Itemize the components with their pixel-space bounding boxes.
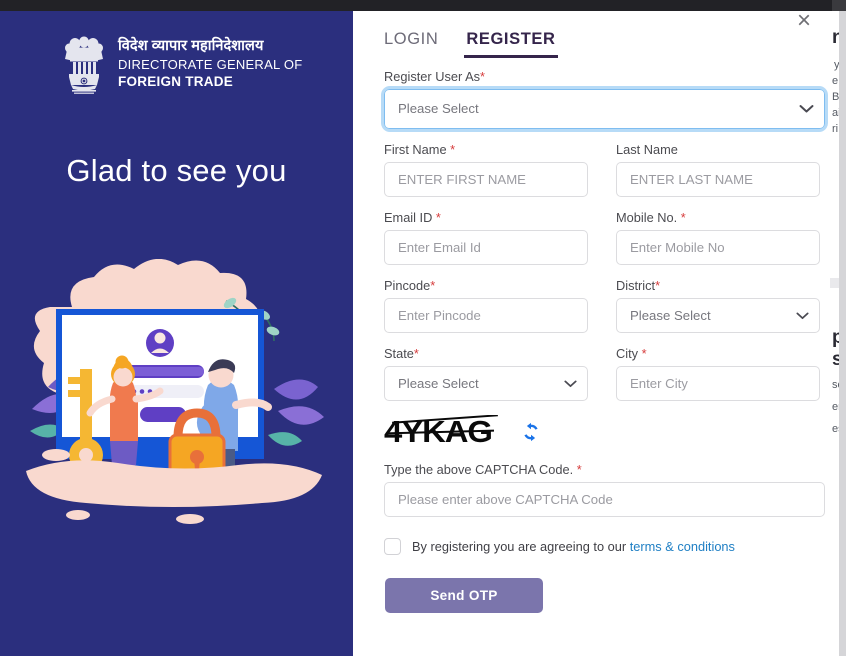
- select-state-value: Please Select: [384, 366, 588, 401]
- browser-chrome-right: [832, 0, 846, 11]
- label-district: District*: [616, 278, 661, 293]
- field-pincode: Pincode*: [384, 278, 588, 333]
- last-name-input[interactable]: [616, 162, 820, 197]
- browser-chrome-bar: [0, 0, 846, 11]
- field-district: District* Please Select: [616, 278, 820, 333]
- label-captcha-code: Type the above CAPTCHA Code. *: [384, 462, 582, 477]
- required-marker: *: [430, 278, 436, 293]
- row-pincode-district: Pincode* District* Please Select: [384, 278, 825, 333]
- hero-title: Glad to see you: [66, 153, 287, 188]
- select-district-value: Please Select: [616, 298, 820, 333]
- label-last-name: Last Name: [616, 142, 678, 157]
- auth-tabs: LOGIN REGISTER: [384, 30, 558, 58]
- brand-block: विदेश व्यापार महानिदेशालय DIRECTORATE GE…: [62, 33, 302, 95]
- refresh-icon: [524, 422, 538, 442]
- brand-line-1: DIRECTORATE GENERAL OF: [118, 57, 303, 73]
- field-first-name: First Name *: [384, 142, 588, 197]
- terms-row: By registering you are agreeing to our t…: [384, 538, 825, 555]
- field-captcha-code: Type the above CAPTCHA Code. *: [384, 462, 825, 517]
- field-register-user-as: Register User As* Please Select: [381, 69, 828, 132]
- bg-fragment: ri: [832, 123, 839, 135]
- label-pincode: Pincode*: [384, 278, 436, 293]
- required-marker: *: [450, 142, 456, 157]
- field-email-id: Email ID *: [384, 210, 588, 265]
- select-register-user-as-value: Please Select: [384, 89, 825, 129]
- brand-line-2: FOREIGN TRADE: [118, 73, 234, 89]
- terms-and-conditions-link[interactable]: terms & conditions: [630, 539, 735, 554]
- required-marker: *: [413, 346, 419, 361]
- label-mobile-no: Mobile No. *: [616, 210, 686, 225]
- required-marker: *: [641, 346, 647, 361]
- hero-panel: विदेश व्यापार महानिदेशालय DIRECTORATE GE…: [0, 11, 353, 656]
- required-marker: *: [655, 278, 661, 293]
- row-name: First Name * Last Name: [384, 142, 825, 197]
- india-national-emblem-icon: [65, 36, 103, 94]
- tab-login[interactable]: LOGIN: [384, 30, 438, 58]
- register-modal: × LOGIN REGISTER Register User As* Pleas…: [353, 11, 830, 656]
- select-state[interactable]: Please Select: [384, 366, 588, 401]
- captcha-code-input[interactable]: [384, 482, 825, 517]
- send-otp-button[interactable]: Send OTP: [385, 578, 543, 613]
- terms-text: By registering you are agreeing to our: [412, 539, 627, 554]
- field-city: City *: [616, 346, 820, 401]
- login-security-illustration: [26, 259, 324, 524]
- field-state: State* Please Select: [384, 346, 588, 401]
- required-marker: *: [576, 462, 582, 477]
- refresh-captcha-button[interactable]: [520, 421, 542, 443]
- mobile-no-input[interactable]: [616, 230, 820, 265]
- label-first-name: First Name *: [384, 142, 456, 157]
- label-city: City *: [616, 346, 647, 361]
- field-last-name: Last Name: [616, 142, 820, 197]
- close-icon[interactable]: ×: [791, 11, 817, 34]
- terms-label: By registering you are agreeing to our t…: [412, 539, 735, 554]
- label-email-id: Email ID *: [384, 210, 441, 225]
- row-contact: Email ID * Mobile No. *: [384, 210, 825, 265]
- captcha-row: 4YKAG: [384, 414, 825, 450]
- row-state-city: State* Please Select City *: [384, 346, 825, 401]
- required-marker: *: [435, 210, 441, 225]
- field-mobile-no: Mobile No. *: [616, 210, 820, 265]
- terms-checkbox[interactable]: [384, 538, 401, 555]
- page-root: n y e, Br ai ri p sp se en es: [0, 0, 846, 656]
- brand-hindi: विदेश व्यापार महानिदेशालय: [118, 38, 264, 55]
- tab-register[interactable]: REGISTER: [464, 30, 558, 58]
- label-state: State*: [384, 346, 419, 361]
- first-name-input[interactable]: [384, 162, 588, 197]
- page-scrollbar[interactable]: [839, 11, 846, 656]
- required-marker: *: [480, 69, 485, 84]
- register-form: Register User As* Please Select First Na…: [381, 69, 828, 613]
- label-register-user-as: Register User As*: [384, 69, 485, 84]
- city-input[interactable]: [616, 366, 820, 401]
- email-id-input[interactable]: [384, 230, 588, 265]
- pincode-input[interactable]: [384, 298, 588, 333]
- select-register-user-as[interactable]: Please Select: [381, 86, 828, 132]
- brand-text: विदेश व्यापार महानिदेशालय DIRECTORATE GE…: [118, 38, 302, 89]
- captcha-image: 4YKAG: [384, 415, 502, 449]
- required-marker: *: [680, 210, 686, 225]
- select-district[interactable]: Please Select: [616, 298, 820, 333]
